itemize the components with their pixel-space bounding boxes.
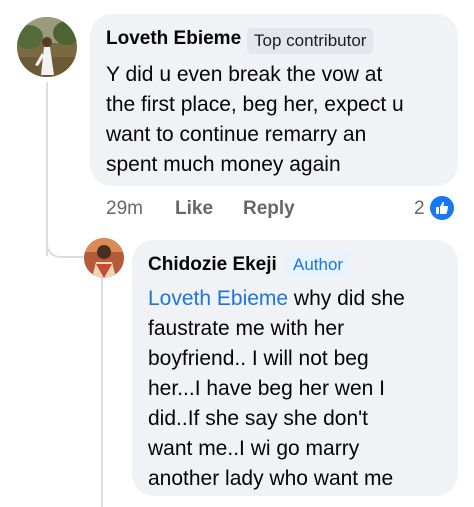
reply-text-line: boyfriend.. I will not beg <box>148 347 369 370</box>
reply-text-line: did..If she say she don't <box>148 407 368 430</box>
reply-text-line: want me..I wi go marry <box>148 437 360 460</box>
like-thumb-icon[interactable] <box>428 194 456 222</box>
avatar-loveth[interactable] <box>17 17 77 77</box>
like-button[interactable]: Like <box>175 198 213 220</box>
comment-text-line: spent much money again <box>106 153 341 176</box>
reply-button[interactable]: Reply <box>243 198 295 220</box>
mention-link[interactable]: Loveth Ebieme <box>148 287 288 310</box>
reply-text-line: another lady who want me <box>148 467 394 490</box>
reply-text-line: her...I have beg her wen I <box>148 377 385 400</box>
thread-line-curve <box>46 236 84 258</box>
reply-text: Loveth Ebieme why did she faustrate me w… <box>148 284 405 494</box>
thread-line-vertical <box>46 82 48 256</box>
avatar-chidozie[interactable] <box>84 238 124 278</box>
top-contributor-badge: Top contributor <box>247 28 374 54</box>
comment-text-line: the first place, beg her, expect u <box>106 93 404 116</box>
comment-text-line: want to continue remarry an <box>106 123 367 146</box>
comment-text-line: Y did u even break the vow at <box>106 63 383 86</box>
comment-text: Y did u even break the vow at the first … <box>106 60 404 180</box>
comment-timestamp[interactable]: 29m <box>106 198 143 220</box>
reply-text-fragment: why did she <box>288 287 405 310</box>
reply-text-line: Loveth Ebieme why did she <box>148 284 405 314</box>
reaction-count[interactable]: 2 <box>414 198 425 220</box>
thread-line-reply <box>101 278 103 507</box>
comment-author-name[interactable]: Loveth Ebieme <box>106 28 241 50</box>
author-badge: Author <box>286 252 351 278</box>
reply-text-line: faustrate me with her <box>148 317 345 340</box>
reply-author-name[interactable]: Chidozie Ekeji <box>148 254 277 276</box>
